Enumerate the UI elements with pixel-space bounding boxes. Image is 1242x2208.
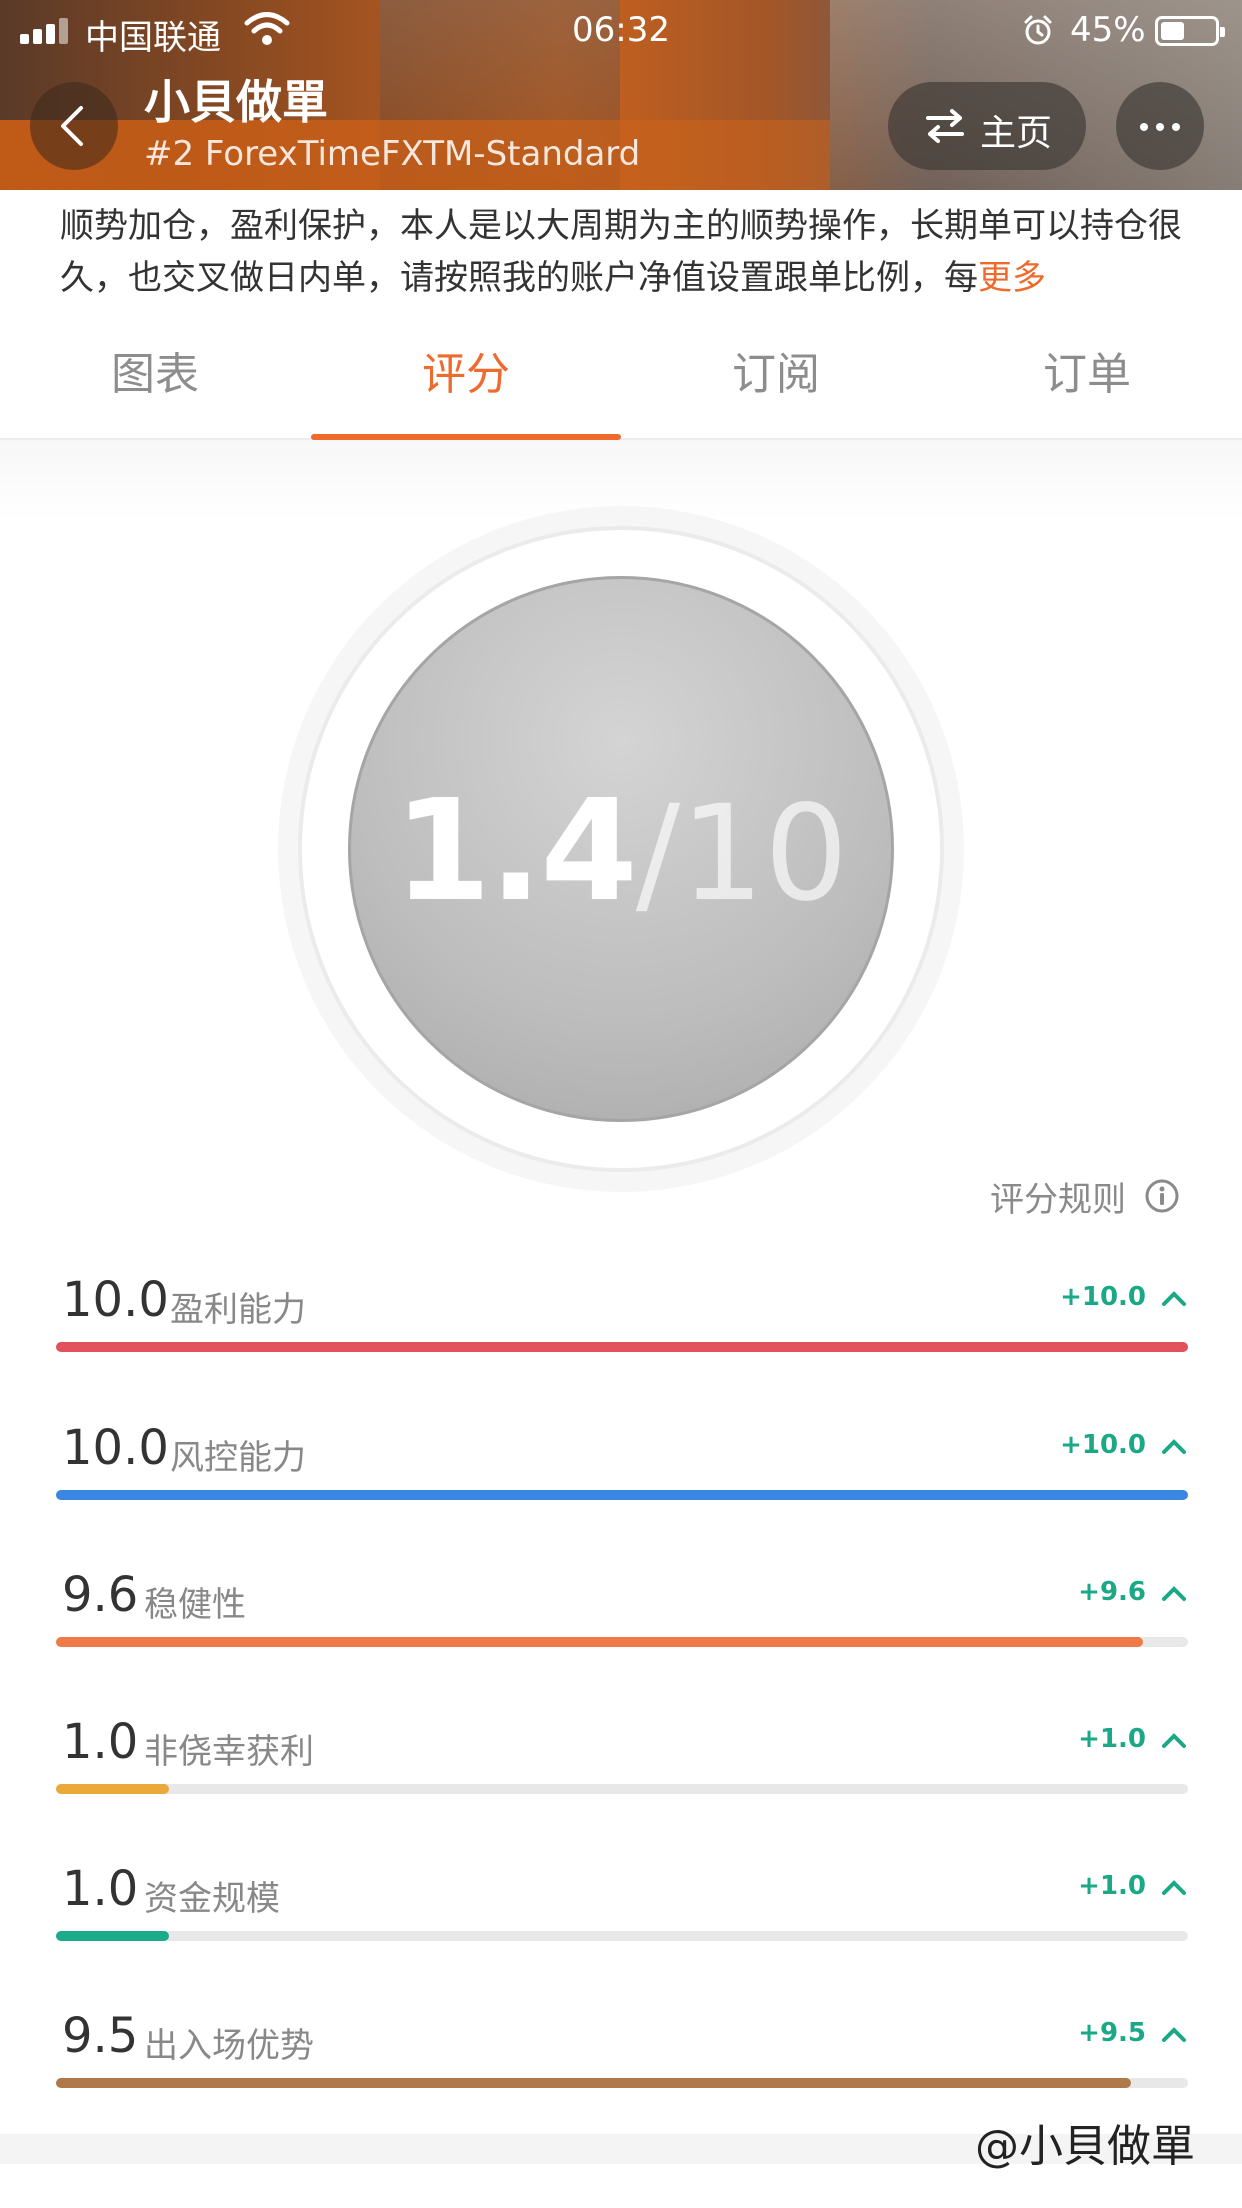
metric-label: 风控能力 — [170, 1438, 306, 1478]
app-screen: 中国联通 06:32 45% 小貝做單 #2 ForexTimeFXTM-Sta… — [0, 0, 1242, 2208]
metric-stability: 9.6 稳健性 +9.6 — [56, 1567, 1188, 1687]
info-icon[interactable] — [1144, 1178, 1180, 1214]
more-dots-icon — [1140, 123, 1148, 131]
tab-orders[interactable]: 订单 — [932, 310, 1242, 440]
chevron-up-icon[interactable] — [1160, 1288, 1188, 1308]
metric-bar-fill — [56, 1931, 170, 1941]
metric-non-luck-profit: 1.0 非侥幸获利 +1.0 — [56, 1714, 1188, 1834]
chevron-up-icon[interactable] — [1160, 1877, 1188, 1897]
score-max: /10 — [635, 777, 849, 931]
metric-value: 1.0 — [62, 1714, 139, 1770]
chevron-up-icon[interactable] — [1160, 2024, 1188, 2044]
metric-value: 9.5 — [62, 2008, 139, 2064]
metric-delta: +9.5 — [1078, 2018, 1146, 2048]
tab-subscribe[interactable]: 订阅 — [621, 310, 931, 440]
metric-bar-fill — [56, 1490, 1188, 1500]
profile-header: 中国联通 06:32 45% 小貝做單 #2 ForexTimeFXTM-Sta… — [0, 0, 1242, 190]
chevron-left-icon — [61, 106, 83, 146]
more-link[interactable]: 更多 — [978, 258, 1046, 298]
battery-percent: 45% — [1070, 10, 1146, 50]
metric-delta: +9.6 — [1078, 1577, 1146, 1607]
metric-delta: +1.0 — [1078, 1871, 1146, 1901]
metric-label: 出入场优势 — [144, 2026, 314, 2066]
status-bar: 中国联通 06:32 45% — [0, 0, 1242, 60]
swap-arrows-icon — [926, 109, 964, 143]
metric-bar-track — [56, 1931, 1188, 1941]
chevron-up-icon[interactable] — [1160, 1730, 1188, 1750]
metric-label: 非侥幸获利 — [144, 1732, 314, 1772]
total-score: 1.4/10 — [348, 770, 894, 933]
metric-label: 盈利能力 — [170, 1290, 306, 1330]
metric-value: 1.0 — [62, 1861, 139, 1917]
tab-score[interactable]: 评分 — [311, 310, 621, 440]
alarm-icon — [1024, 15, 1052, 45]
metric-bar-fill — [56, 1342, 1188, 1352]
metric-risk-control: 10.0 风控能力 +10.0 — [56, 1420, 1188, 1540]
metric-delta: +10.0 — [1060, 1430, 1146, 1460]
more-options-button[interactable] — [1116, 82, 1204, 170]
tab-bar: 图表 评分 订阅 订单 — [0, 310, 1242, 440]
battery-icon — [1155, 16, 1225, 46]
home-button[interactable]: 主页 — [888, 82, 1086, 170]
score-rules-link[interactable]: 评分规则 — [990, 1172, 1126, 1221]
page-title: 小貝做單 — [144, 75, 328, 129]
metric-delta: +1.0 — [1078, 1724, 1146, 1754]
chevron-up-icon[interactable] — [1160, 1436, 1188, 1456]
tab-chart[interactable]: 图表 — [0, 310, 310, 440]
account-subtitle: #2 ForexTimeFXTM-Standard — [144, 134, 641, 174]
back-button[interactable] — [30, 82, 118, 170]
watermark: @小貝做單 — [975, 2121, 1195, 2172]
metric-value: 10.0 — [62, 1420, 169, 1476]
clock-time: 06:32 — [572, 10, 670, 50]
metric-bar-fill — [56, 1637, 1143, 1647]
home-button-label: 主页 — [980, 113, 1053, 154]
metric-bar-fill — [56, 2078, 1132, 2088]
score-value: 1.4 — [393, 770, 638, 933]
metric-profitability: 10.0 盈利能力 +10.0 — [56, 1272, 1188, 1392]
chevron-up-icon[interactable] — [1160, 1583, 1188, 1603]
metric-label: 资金规模 — [144, 1879, 280, 1919]
battery-level — [1161, 22, 1184, 40]
metric-delta: +10.0 — [1060, 1282, 1146, 1312]
strategy-description: 顺势加仓，盈利保护，本人是以大周期为主的顺势操作，长期单可以持仓很久，也交叉做日… — [60, 200, 1190, 304]
metric-value: 10.0 — [62, 1272, 169, 1328]
metric-value: 9.6 — [62, 1567, 139, 1623]
metric-label: 稳健性 — [144, 1585, 246, 1625]
metric-fund-scale: 1.0 资金规模 +1.0 — [56, 1861, 1188, 1981]
metric-bar-track — [56, 1784, 1188, 1794]
metric-bar-fill — [56, 1784, 170, 1794]
